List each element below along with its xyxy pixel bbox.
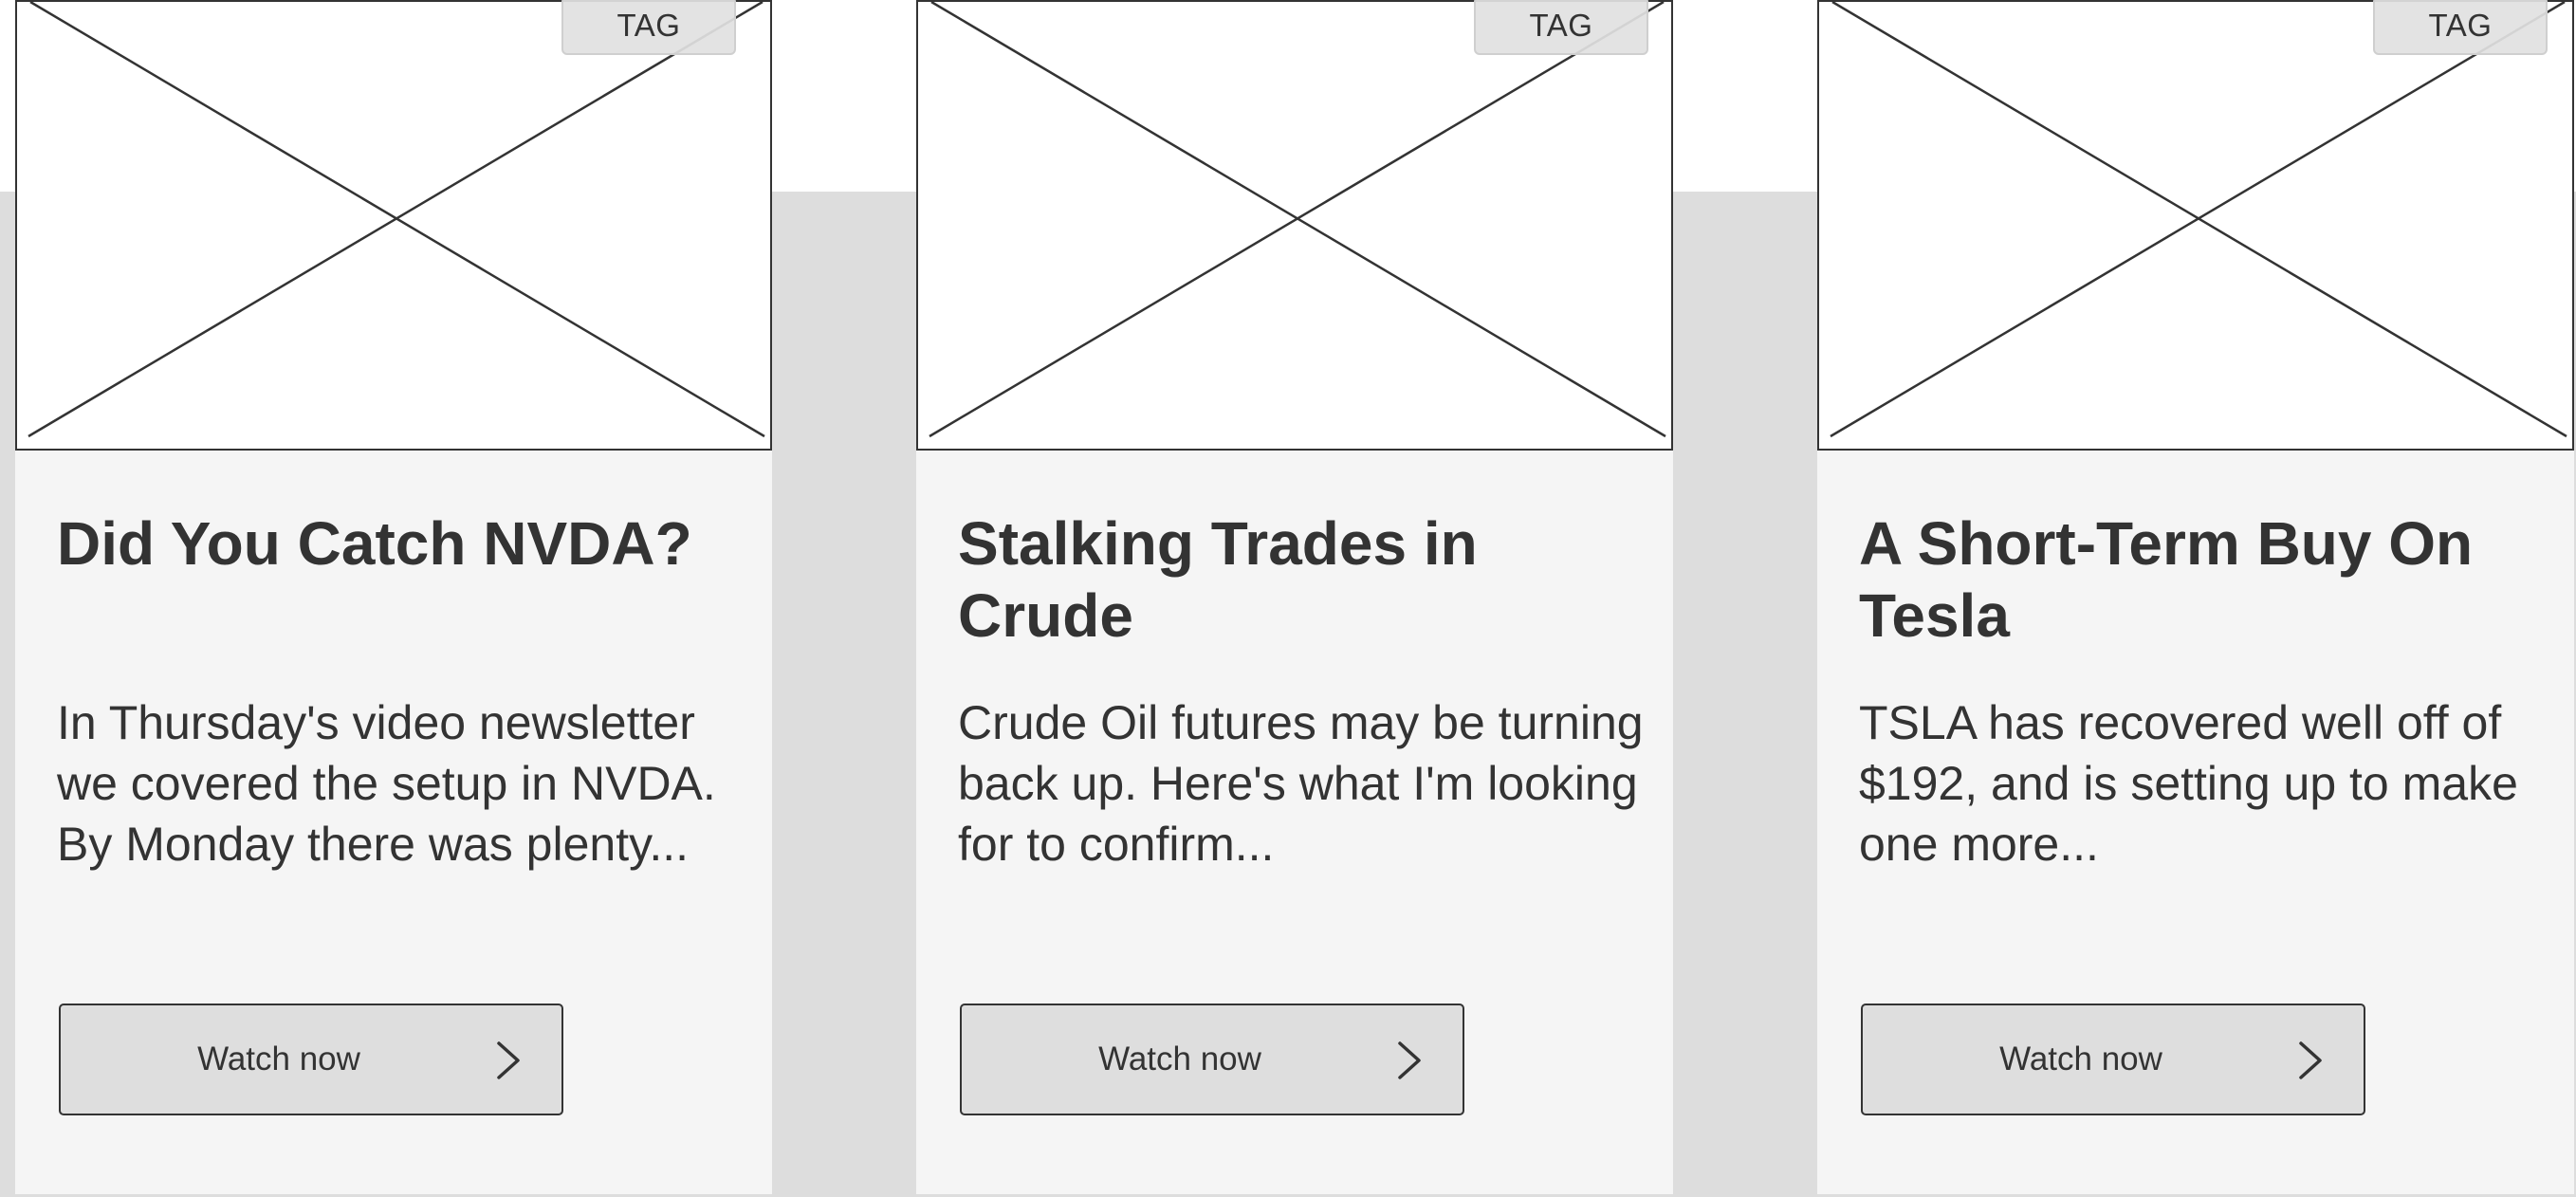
card-tesla: TAG A Short-Term Buy On Tesla TSLA has r… bbox=[1817, 0, 2574, 1194]
card-tag[interactable]: TAG bbox=[561, 0, 736, 55]
watch-now-button[interactable]: Watch now bbox=[59, 1004, 563, 1115]
card-title: Did You Catch NVDA? bbox=[57, 509, 692, 578]
card-image-placeholder[interactable] bbox=[1817, 0, 2574, 451]
image-placeholder-icon bbox=[28, 2, 765, 438]
chevron-right-icon bbox=[2299, 1041, 2322, 1079]
card-image-placeholder[interactable] bbox=[15, 0, 772, 451]
watch-now-button[interactable]: Watch now bbox=[960, 1004, 1464, 1115]
card-tag[interactable]: TAG bbox=[2373, 0, 2548, 55]
card-title: Stalking Trades in Crude bbox=[958, 509, 1478, 650]
image-placeholder-icon bbox=[929, 2, 1666, 438]
watch-now-button-label: Watch now bbox=[197, 1040, 360, 1077]
chevron-right-icon bbox=[497, 1041, 520, 1079]
card-nvda: TAG Did You Catch NVDA? In Thursday's vi… bbox=[15, 0, 772, 1194]
card-title: A Short-Term Buy On Tesla bbox=[1859, 509, 2474, 650]
chevron-right-icon bbox=[1398, 1041, 1421, 1079]
watch-now-button[interactable]: Watch now bbox=[1861, 1004, 2365, 1115]
card-crude: TAG Stalking Trades in Crude Crude Oil f… bbox=[916, 0, 1673, 1194]
card-image-placeholder[interactable] bbox=[916, 0, 1673, 451]
card-description: TSLA has recovered well off of $192, and… bbox=[1859, 696, 2518, 871]
card-description: In Thursday's video newsletter we covere… bbox=[57, 696, 716, 871]
watch-now-button-label: Watch now bbox=[1999, 1040, 2162, 1077]
card-tag[interactable]: TAG bbox=[1474, 0, 1648, 55]
image-placeholder-icon bbox=[1830, 2, 2567, 438]
card-description: Crude Oil futures may be turning back up… bbox=[958, 696, 1644, 871]
watch-now-button-label: Watch now bbox=[1098, 1040, 1261, 1077]
